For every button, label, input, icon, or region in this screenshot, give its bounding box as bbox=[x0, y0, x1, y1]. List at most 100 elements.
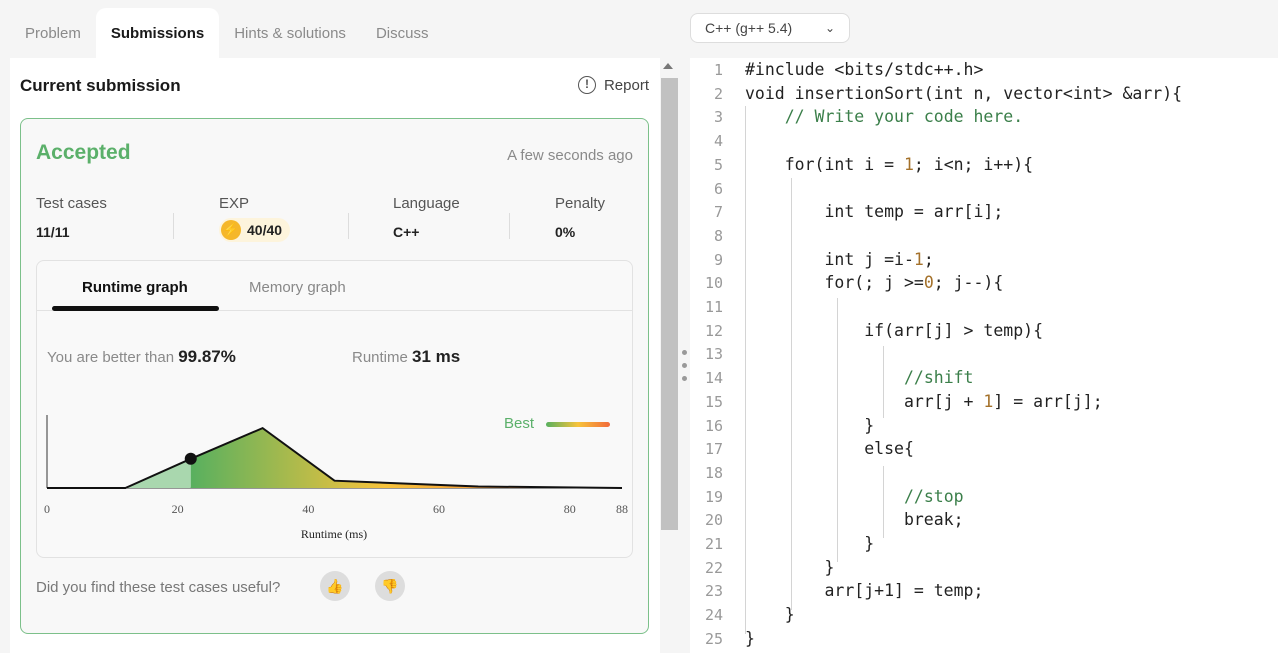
line-number: 25 bbox=[704, 629, 723, 648]
scroll-up-arrow-icon[interactable] bbox=[663, 63, 673, 69]
stat-label: Penalty bbox=[555, 195, 606, 212]
thumbs-down-button[interactable]: 👎 bbox=[375, 571, 405, 601]
code-line: 12 if(arr[j] > temp){ bbox=[690, 319, 1278, 343]
x-ticks: 0 20 40 60 80 88 bbox=[44, 502, 628, 516]
report-button[interactable]: ! Report bbox=[577, 76, 649, 94]
line-number: 5 bbox=[713, 155, 723, 174]
thumbs-up-icon: 👍 bbox=[326, 578, 344, 594]
status-accepted: Accepted bbox=[36, 141, 131, 164]
code-line: 20 break; bbox=[690, 508, 1278, 532]
line-number: 8 bbox=[713, 226, 723, 245]
line-number: 17 bbox=[704, 440, 723, 459]
thumbs-up-button[interactable]: 👍 bbox=[320, 571, 350, 601]
code-text: for(; j >=0; j--){ bbox=[745, 273, 1004, 293]
submission-panel: Current submission ! Report Accepted A f… bbox=[10, 58, 660, 653]
stat-label: Test cases bbox=[36, 195, 107, 212]
tab-hints-solutions[interactable]: Hints & solutions bbox=[219, 8, 361, 58]
thumbs-down-icon: 👎 bbox=[381, 578, 399, 594]
line-number: 3 bbox=[713, 108, 723, 127]
stat-value: 11/11 bbox=[36, 224, 70, 240]
code-text: #include <bits/stdc++.h> bbox=[745, 60, 984, 79]
line-number: 15 bbox=[704, 392, 723, 411]
pane-resize-handle[interactable] bbox=[682, 350, 688, 392]
panel-title: Current submission bbox=[20, 76, 181, 95]
tab-problem[interactable]: Problem bbox=[10, 8, 96, 58]
stat-penalty: Penalty 0% bbox=[555, 195, 605, 240]
code-line: 13 bbox=[690, 342, 1278, 366]
chevron-down-icon: ⌄ bbox=[824, 21, 835, 35]
stat-label: Language bbox=[393, 195, 460, 212]
x-tick-label: 88 bbox=[616, 502, 628, 516]
code-line: 18 bbox=[690, 461, 1278, 485]
line-number: 18 bbox=[704, 463, 723, 482]
tab-submissions[interactable]: Submissions bbox=[95, 8, 220, 58]
line-number: 16 bbox=[704, 416, 723, 435]
code-line: 16 } bbox=[690, 414, 1278, 438]
best-label: Best bbox=[504, 415, 535, 432]
tab-memory-graph[interactable]: Memory graph bbox=[249, 279, 346, 296]
code-line: 22 } bbox=[690, 556, 1278, 580]
code-text: for(int i = 1; i<n; i++){ bbox=[745, 154, 1034, 174]
feedback-question: Did you find these test cases useful? bbox=[36, 579, 281, 596]
tab-runtime-graph[interactable]: Runtime graph bbox=[82, 279, 188, 296]
code-line: 25} bbox=[690, 627, 1278, 651]
code-line: 9 int j =i-1; bbox=[690, 248, 1278, 272]
stat-value: 40/40 bbox=[247, 222, 283, 238]
x-tick-label: 20 bbox=[172, 502, 184, 516]
code-text: break; bbox=[745, 510, 964, 530]
code-text: int j =i-1; bbox=[745, 249, 934, 269]
better-value: 99.87% bbox=[178, 347, 236, 366]
code-line: 1 #include <bits/stdc++.h> bbox=[690, 58, 1278, 82]
language-select[interactable]: C++ (g++ 5.4) ⌄ bbox=[690, 13, 850, 43]
code-editor[interactable]: 1 #include <bits/stdc++.h> 2 void insertion… bbox=[690, 58, 1278, 653]
result-card: Accepted A few seconds ago Test cases 11… bbox=[20, 118, 649, 634]
code-line: 4 bbox=[690, 129, 1278, 153]
tab-discuss[interactable]: Discuss bbox=[361, 8, 444, 58]
stat-label: EXP bbox=[219, 195, 250, 212]
runtime-curve bbox=[47, 426, 623, 489]
code-line: 7 int temp = arr[i]; bbox=[690, 200, 1278, 224]
code-line: 14 //shift bbox=[690, 366, 1278, 390]
runtime-label: Runtime bbox=[352, 349, 408, 366]
line-number: 21 bbox=[704, 535, 723, 553]
stat-value: 0% bbox=[555, 224, 576, 240]
runtime-value: 31 ms bbox=[412, 347, 461, 366]
line-number: 4 bbox=[713, 132, 723, 151]
line-number: 14 bbox=[704, 369, 723, 388]
code-line: 21 } bbox=[690, 532, 1278, 556]
x-tick-label: 60 bbox=[433, 502, 445, 516]
scrollbar-thumb[interactable] bbox=[661, 78, 678, 530]
line-number: 20 bbox=[704, 511, 723, 530]
code-text: void insertionSort(int n, vector<int> &a… bbox=[745, 83, 1183, 103]
line-number: 6 bbox=[713, 179, 723, 198]
submission-marker bbox=[184, 452, 197, 465]
code-text: //stop bbox=[903, 486, 964, 506]
submission-time: A few seconds ago bbox=[507, 147, 633, 164]
best-gradient-bar bbox=[546, 422, 610, 427]
app-root: Problem Submissions Hints & solutions Di… bbox=[0, 0, 1278, 653]
stat-value: C++ bbox=[393, 224, 420, 240]
code-line: 23 arr[j+1] = temp; bbox=[690, 579, 1278, 603]
x-tick-label: 40 bbox=[302, 502, 314, 516]
code-line: 24 } bbox=[690, 603, 1278, 627]
x-tick-label: 0 bbox=[44, 502, 50, 516]
code-text: } bbox=[745, 534, 875, 553]
code-text: int temp = arr[i]; bbox=[745, 202, 1004, 222]
code-line: 3 // Write your code here. bbox=[690, 105, 1278, 129]
language-select-value: C++ (g++ 5.4) bbox=[705, 20, 793, 36]
code-line: 8 bbox=[690, 224, 1278, 248]
lightning-icon: ⚡ bbox=[221, 220, 241, 240]
code-text: } bbox=[745, 415, 875, 435]
x-axis-label: Runtime (ms) bbox=[301, 527, 367, 541]
line-number: 2 bbox=[713, 84, 723, 103]
code-line: 11 bbox=[690, 295, 1278, 319]
stat-exp: EXP ⚡ 40/40 bbox=[219, 195, 291, 242]
line-number: 13 bbox=[704, 345, 723, 364]
line-number: 10 bbox=[704, 274, 723, 293]
line-number: 1 bbox=[713, 61, 723, 79]
line-number: 11 bbox=[704, 298, 723, 316]
code-text: if(arr[j] > temp){ bbox=[745, 320, 1044, 340]
percentile-text: You are better than 99.87% bbox=[47, 347, 236, 367]
line-number: 22 bbox=[704, 558, 723, 577]
code-text: // Write your code here. bbox=[784, 107, 1024, 127]
